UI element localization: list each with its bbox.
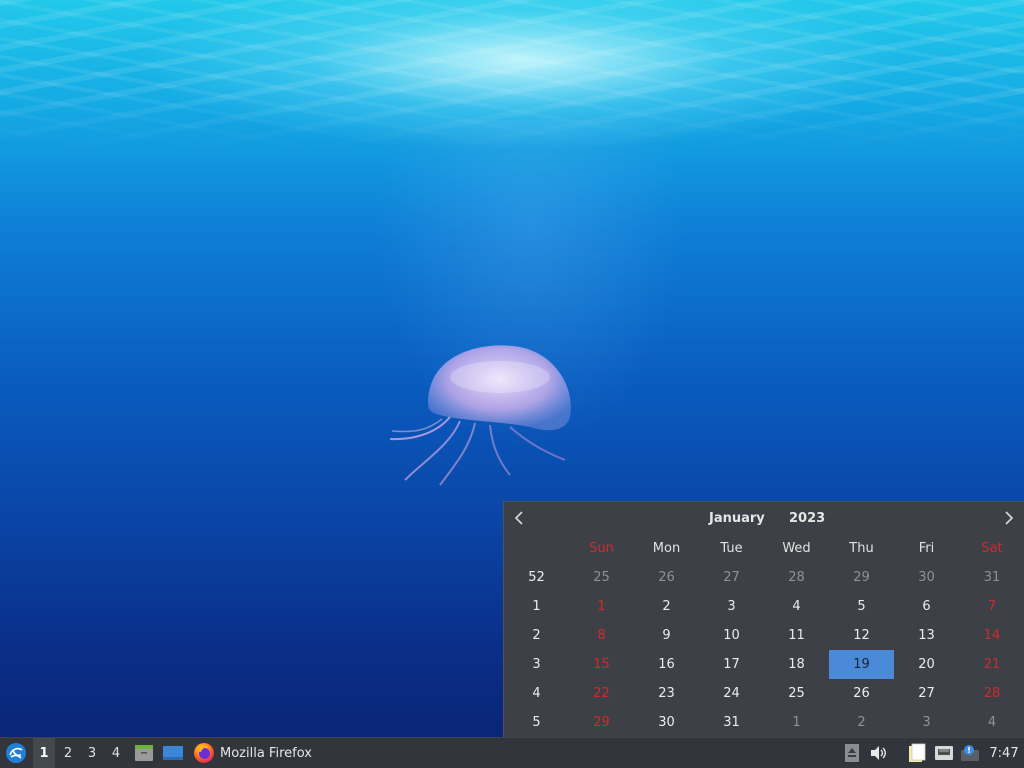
workspace-1[interactable]: 1: [33, 738, 55, 768]
month-label[interactable]: January: [709, 511, 765, 526]
day-cell[interactable]: 27: [894, 679, 959, 708]
day-cell[interactable]: 30: [634, 708, 699, 737]
day-name-sat: Sat: [981, 541, 1003, 556]
chevron-right-icon: [1005, 511, 1014, 525]
day-cell-other-month[interactable]: 2: [829, 708, 894, 737]
day-cell[interactable]: 28: [959, 679, 1024, 708]
volume-icon: [871, 746, 886, 760]
start-menu-button[interactable]: [2, 738, 30, 768]
day-name-sun: Sun: [589, 541, 614, 556]
taskbar-app-label: Mozilla Firefox: [220, 745, 312, 761]
eject-icon: [845, 744, 859, 762]
day-cell-other-month[interactable]: 27: [699, 563, 764, 592]
week-number: 3: [532, 657, 541, 672]
day-cell[interactable]: 10: [699, 621, 764, 650]
day-cell[interactable]: 26: [829, 679, 894, 708]
day-cell-other-month[interactable]: 31: [959, 563, 1024, 592]
day-cell[interactable]: 14: [959, 621, 1024, 650]
day-cell[interactable]: 16: [634, 650, 699, 679]
day-name-thu: Thu: [849, 541, 874, 556]
previous-month-button[interactable]: [509, 508, 529, 528]
day-cell[interactable]: 25: [764, 679, 829, 708]
day-cell[interactable]: 17: [699, 650, 764, 679]
week-number-header: [504, 534, 569, 563]
day-name-mon: Mon: [652, 541, 681, 556]
day-cell[interactable]: 12: [829, 621, 894, 650]
workspace-2[interactable]: 2: [57, 738, 79, 768]
day-cell-other-month[interactable]: 1: [764, 708, 829, 737]
day-cell-selected[interactable]: 19: [829, 650, 894, 679]
jellyfish-image: [389, 345, 571, 486]
day-cell[interactable]: 6: [894, 592, 959, 621]
day-cell[interactable]: 5: [829, 592, 894, 621]
chevron-left-icon: [514, 511, 523, 525]
day-cell[interactable]: 8: [569, 621, 634, 650]
show-desktop-button[interactable]: [160, 738, 186, 768]
day-name-tue: Tue: [720, 541, 743, 556]
day-cell[interactable]: 29: [569, 708, 634, 737]
day-cell[interactable]: 31: [699, 708, 764, 737]
volume-button[interactable]: [868, 738, 890, 768]
taskbar-app-firefox[interactable]: Mozilla Firefox: [193, 738, 323, 768]
taskbar: 1 2 3 4 Mozilla Firefox 7:47: [0, 737, 1024, 768]
day-cell[interactable]: 4: [764, 592, 829, 621]
day-cell-other-month[interactable]: 29: [829, 563, 894, 592]
day-cell[interactable]: 21: [959, 650, 1024, 679]
day-cell[interactable]: 22: [569, 679, 634, 708]
day-cell-other-month[interactable]: 3: [894, 708, 959, 737]
update-notifier-button[interactable]: [959, 738, 981, 768]
calendar-popup: January 2023 Sun Mon Tue Wed Thu Fri Sat 52 25 26…: [503, 501, 1024, 737]
day-cell-other-month[interactable]: 25: [569, 563, 634, 592]
week-number: 5: [532, 715, 541, 730]
day-cell[interactable]: 23: [634, 679, 699, 708]
clock[interactable]: 7:47: [986, 738, 1022, 768]
calendar-grid: Sun Mon Tue Wed Thu Fri Sat 52 25 26 27 28 29 30 31 1 1 2…: [504, 534, 1024, 737]
week-number: 4: [532, 686, 541, 701]
day-cell[interactable]: 1: [569, 592, 634, 621]
day-cell[interactable]: 9: [634, 621, 699, 650]
file-manager-launcher[interactable]: [132, 738, 156, 768]
year-label[interactable]: 2023: [789, 511, 825, 526]
day-cell[interactable]: 11: [764, 621, 829, 650]
day-cell[interactable]: 24: [699, 679, 764, 708]
day-cell[interactable]: 13: [894, 621, 959, 650]
clipboard-button[interactable]: [906, 738, 928, 768]
day-cell[interactable]: 7: [959, 592, 1024, 621]
day-cell[interactable]: 2: [634, 592, 699, 621]
network-icon: [935, 746, 953, 760]
next-month-button[interactable]: [999, 508, 1019, 528]
firefox-icon: [194, 743, 214, 763]
lubuntu-logo-icon: [6, 743, 26, 763]
day-cell[interactable]: 15: [569, 650, 634, 679]
show-desktop-icon: [163, 746, 183, 760]
day-cell-other-month[interactable]: 28: [764, 563, 829, 592]
day-cell-other-month[interactable]: 30: [894, 563, 959, 592]
calendar-header: January 2023: [504, 502, 1024, 536]
file-manager-icon: [135, 745, 153, 761]
day-cell[interactable]: 3: [699, 592, 764, 621]
day-cell-other-month[interactable]: 26: [634, 563, 699, 592]
week-number: 2: [532, 628, 541, 643]
day-cell[interactable]: 18: [764, 650, 829, 679]
workspace-3[interactable]: 3: [81, 738, 103, 768]
day-cell-other-month[interactable]: 4: [959, 708, 1024, 737]
eject-button[interactable]: [841, 738, 863, 768]
clipboard-icon: [909, 743, 926, 762]
network-button[interactable]: [933, 738, 955, 768]
update-notifier-icon: [961, 745, 979, 761]
week-number: 52: [528, 570, 545, 585]
day-cell[interactable]: 20: [894, 650, 959, 679]
day-name-wed: Wed: [782, 541, 811, 556]
day-name-fri: Fri: [918, 541, 935, 556]
workspace-4[interactable]: 4: [105, 738, 127, 768]
week-number: 1: [532, 599, 541, 614]
